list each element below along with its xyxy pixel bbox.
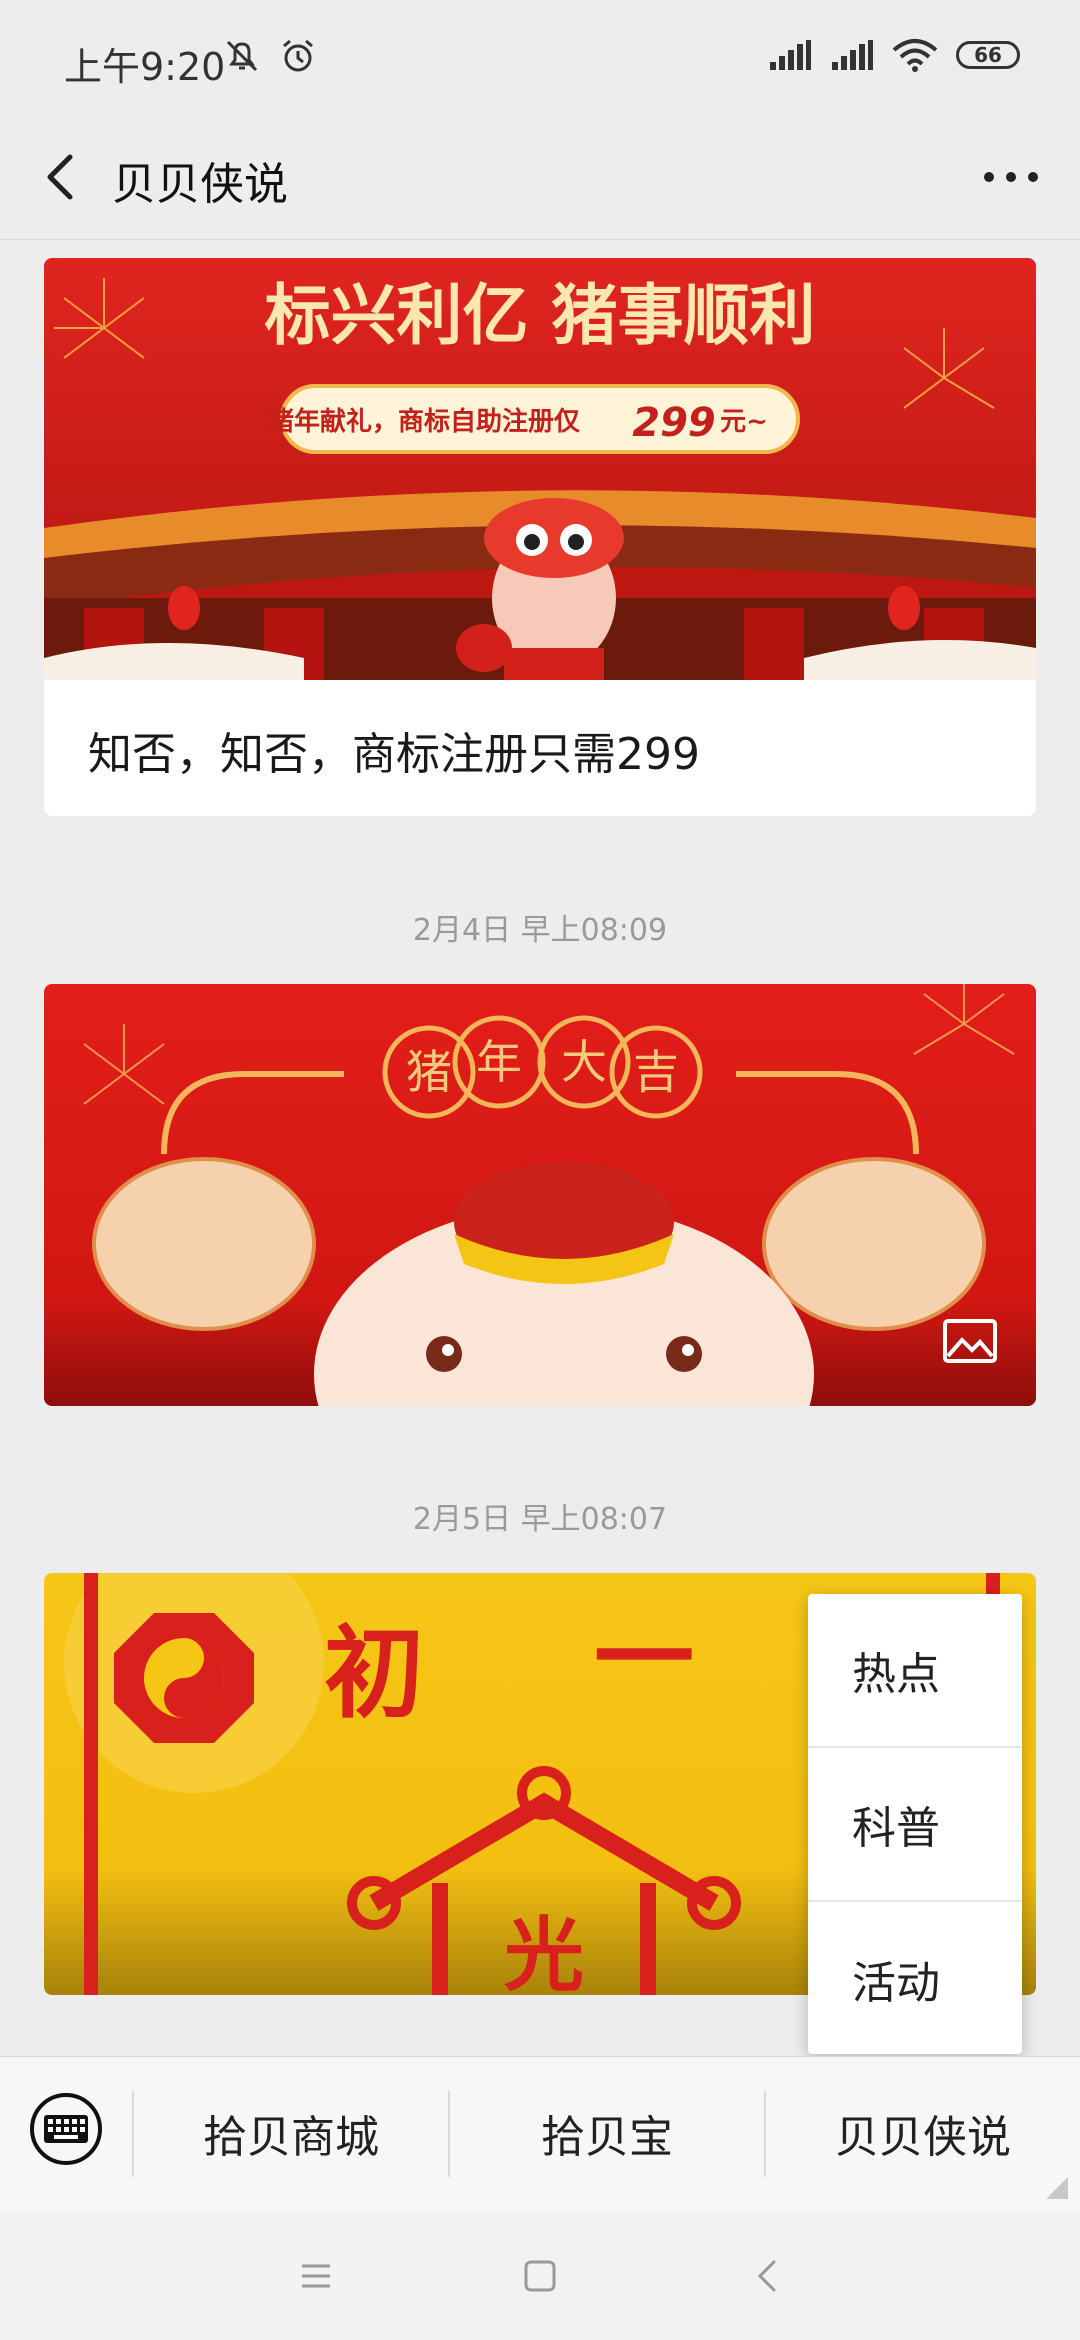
battery-indicator: 66	[956, 41, 1020, 69]
official-account-menu-bar: 拾贝商城 拾贝宝 贝贝侠说	[0, 2056, 1080, 2211]
banner-headline: 标兴利亿 猪事顺利	[265, 277, 816, 354]
home-icon[interactable]	[518, 2254, 562, 2298]
menu-item-mall[interactable]: 拾贝商城	[134, 2101, 448, 2165]
banner-char: 年	[476, 1035, 522, 1089]
mute-bell-icon	[226, 40, 258, 72]
message-timestamp: 2月4日 早上08:09	[412, 913, 668, 948]
article-banner-image: 猪 年 大 吉	[44, 984, 1036, 1406]
status-time: 上午9:20	[64, 45, 226, 89]
menu-icon[interactable]	[294, 2254, 338, 2298]
article-banner-image: 标兴利亿 猪事顺利 猪年献礼，商标自助注册仅 299 元~	[44, 258, 1036, 680]
banner-price-suffix: 元~	[720, 407, 768, 437]
submenu-indicator	[1046, 2177, 1068, 2199]
submenu-popup: 热点 科普 活动	[808, 1594, 1022, 2054]
banner-char: 初	[324, 1614, 424, 1732]
status-icons-left	[222, 36, 318, 76]
article-card[interactable]: 猪 年 大 吉	[44, 984, 1036, 1406]
banner-subline: 猪年献礼，商标自助注册仅	[268, 406, 581, 437]
signal-icon	[770, 40, 811, 70]
signal-icon-2	[832, 40, 873, 70]
image-icon	[943, 1319, 997, 1363]
banner-char: 光	[504, 1908, 584, 1995]
alarm-icon	[283, 39, 313, 72]
back-arrow-icon[interactable]	[30, 145, 94, 209]
keyboard-icon[interactable]	[28, 2091, 104, 2167]
more-options-icon[interactable]	[976, 150, 1046, 204]
title-bar: 贝贝侠说	[0, 115, 1080, 240]
status-icons-right: 66	[768, 38, 1020, 72]
menu-item-treasure[interactable]: 拾贝宝	[450, 2101, 764, 2165]
status-bar: 上午9:20 66	[0, 0, 1080, 115]
article-card[interactable]: 标兴利亿 猪事顺利 猪年献礼，商标自助注册仅 299 元~ 知否，知否，商标注册…	[44, 258, 1036, 816]
wifi-icon	[892, 39, 938, 72]
submenu-item-hot[interactable]: 热点	[808, 1594, 1022, 1748]
page-title: 贝贝侠说	[112, 159, 288, 210]
submenu-item-science[interactable]: 科普	[808, 1748, 1022, 1902]
system-nav-bar	[0, 2210, 1080, 2340]
menu-item-talk[interactable]: 贝贝侠说	[766, 2101, 1080, 2165]
article-title: 知否，知否，商标注册只需299	[88, 729, 700, 780]
message-timestamp: 2月5日 早上08:07	[412, 1502, 668, 1537]
back-icon[interactable]	[746, 2254, 790, 2298]
banner-char: 一	[594, 1599, 694, 1717]
banner-char: 吉	[633, 1045, 679, 1099]
banner-char: 猪	[406, 1045, 452, 1099]
banner-price: 299	[632, 400, 716, 446]
banner-char: 大	[561, 1035, 607, 1089]
submenu-item-events[interactable]: 活动	[808, 1902, 1022, 2056]
